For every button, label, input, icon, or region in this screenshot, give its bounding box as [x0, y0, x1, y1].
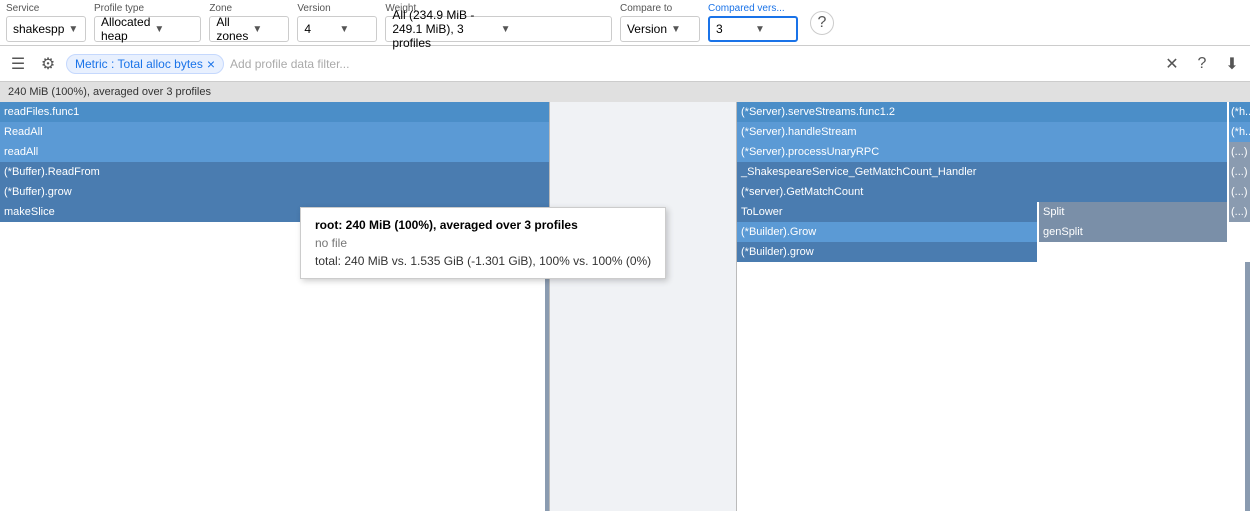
weight-value: All (234.9 MiB - 249.1 MiB), 3 profiles — [392, 8, 496, 50]
flame-row-getmatchcount-2[interactable]: (...) — [1229, 182, 1250, 202]
version-arrow-icon: ▼ — [339, 24, 370, 35]
center-divider — [549, 102, 737, 511]
compare-to-label: Compare to — [620, 3, 700, 14]
weight-arrow-icon: ▼ — [501, 24, 605, 35]
flame-row-tolower[interactable]: ToLower — [737, 202, 1037, 222]
tooltip: root: 240 MiB (100%), averaged over 3 pr… — [300, 207, 666, 279]
compared-version-group: Compared vers... 3 ▼ — [708, 3, 798, 42]
metric-chip-label: Metric : Total alloc bytes — [75, 57, 203, 71]
profile-type-label: Profile type — [94, 3, 201, 14]
compared-version-value: 3 — [716, 22, 751, 36]
flame-row-readall-cap[interactable]: ReadAll — [0, 122, 549, 142]
close-icon[interactable]: ✕ — [1160, 52, 1184, 76]
tooltip-file: no file — [315, 236, 651, 250]
service-value: shakespp — [13, 22, 64, 36]
flame-right-bar — [1245, 262, 1250, 511]
profile-type-value: Allocated heap — [101, 15, 150, 43]
flame-row-getmatchcount-handler[interactable]: _ShakespeareService_GetMatchCount_Handle… — [737, 162, 1227, 182]
menu-icon[interactable]: ☰ — [6, 52, 30, 76]
version-label: Version — [297, 3, 377, 14]
flame-row-readfiles[interactable]: readFiles.func1 — [0, 102, 549, 122]
version-group: Version 4 ▼ — [297, 3, 377, 42]
flame-row-builder-grow[interactable]: (*Builder).Grow — [737, 222, 1037, 242]
filter-icon[interactable]: ⚙ — [36, 52, 60, 76]
flame-row-getmatchcount[interactable]: (*server).GetMatchCount — [737, 182, 1227, 202]
filter-bar: ☰ ⚙ Metric : Total alloc bytes × Add pro… — [0, 46, 1250, 82]
download-icon[interactable]: ⬇ — [1220, 52, 1244, 76]
compared-version-label: Compared vers... — [708, 3, 798, 14]
flame-row-getmatchcount-handler-2[interactable]: (...) — [1229, 162, 1250, 182]
flame-row-handlestream[interactable]: (*Server).handleStream — [737, 122, 1227, 142]
compared-version-arrow-icon: ▼ — [755, 24, 790, 35]
compared-version-select[interactable]: 3 ▼ — [708, 16, 798, 42]
flame-row-servestreams[interactable]: (*Server).serveStreams.func1.2 — [737, 102, 1227, 122]
weight-select[interactable]: All (234.9 MiB - 249.1 MiB), 3 profiles … — [385, 16, 612, 42]
flame-row-servestreams-2[interactable]: (*h... — [1229, 102, 1250, 122]
flame-left: readFiles.func1 ReadAll readAll (*Buffer… — [0, 102, 549, 511]
service-group: Service shakespp ▼ — [6, 3, 86, 42]
version-value: 4 — [304, 22, 335, 36]
flame-area: readFiles.func1 ReadAll readAll (*Buffer… — [0, 102, 1250, 511]
main-area: 240 MiB (100%), averaged over 3 profiles… — [0, 82, 1250, 511]
toolbar: Service shakespp ▼ Profile type Allocate… — [0, 0, 1250, 46]
tooltip-total: total: 240 MiB vs. 1.535 GiB (-1.301 GiB… — [315, 254, 651, 268]
zone-select[interactable]: All zones ▼ — [209, 16, 289, 42]
status-text: 240 MiB (100%), averaged over 3 profiles — [8, 86, 211, 98]
version-select[interactable]: 4 ▼ — [297, 16, 377, 42]
compare-to-group: Compare to Version ▼ — [620, 3, 700, 42]
metric-chip-close[interactable]: × — [207, 57, 215, 71]
zone-value: All zones — [216, 15, 248, 43]
add-filter-placeholder[interactable]: Add profile data filter... — [230, 57, 1154, 71]
flame-right: (*Server).serveStreams.func1.2 (*h... (*… — [737, 102, 1250, 511]
help-filter-icon[interactable]: ? — [1190, 52, 1214, 76]
service-select[interactable]: shakespp ▼ — [6, 16, 86, 42]
status-bar: 240 MiB (100%), averaged over 3 profiles — [0, 82, 1250, 102]
flame-row-gensplit[interactable]: genSplit — [1039, 222, 1227, 242]
compare-to-select[interactable]: Version ▼ — [620, 16, 700, 42]
flame-row-builder-grow-lower[interactable]: (*Builder).grow — [737, 242, 1037, 262]
zone-group: Zone All zones ▼ — [209, 3, 289, 42]
compare-to-arrow-icon: ▼ — [671, 24, 693, 35]
weight-group: Weight All (234.9 MiB - 249.1 MiB), 3 pr… — [385, 3, 612, 42]
help-icon[interactable]: ? — [810, 11, 834, 35]
flame-row-split-2[interactable]: (...) — [1229, 202, 1250, 222]
metric-chip[interactable]: Metric : Total alloc bytes × — [66, 54, 224, 74]
flame-row-processunary[interactable]: (*Server).processUnaryRPC — [737, 142, 1227, 162]
service-label: Service — [6, 3, 86, 14]
flame-row-grow[interactable]: (*Buffer).grow — [0, 182, 549, 202]
profile-type-group: Profile type Allocated heap ▼ — [94, 3, 201, 42]
flame-row-readall[interactable]: readAll — [0, 142, 549, 162]
profile-type-select[interactable]: Allocated heap ▼ — [94, 16, 201, 42]
flame-row-readfrom[interactable]: (*Buffer).ReadFrom — [0, 162, 549, 182]
tooltip-title: root: 240 MiB (100%), averaged over 3 pr… — [315, 218, 651, 232]
flame-row-split[interactable]: Split — [1039, 202, 1227, 222]
flame-row-handlestream-2[interactable]: (*h... — [1229, 122, 1250, 142]
zone-arrow-icon: ▼ — [252, 24, 282, 35]
compare-to-value: Version — [627, 22, 667, 36]
zone-label: Zone — [209, 3, 289, 14]
service-arrow-icon: ▼ — [68, 24, 79, 35]
profile-type-arrow-icon: ▼ — [154, 24, 194, 35]
filter-bar-right: ✕ ? ⬇ — [1160, 52, 1244, 76]
flame-row-processunary-2[interactable]: (...) — [1229, 142, 1250, 162]
